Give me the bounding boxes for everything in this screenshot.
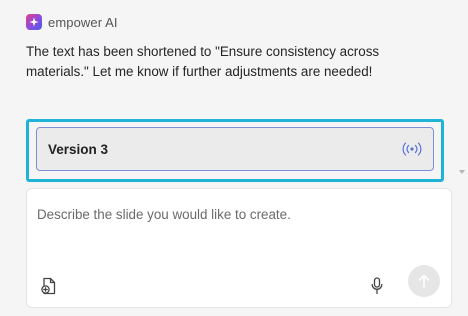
send-button[interactable] (408, 265, 440, 297)
add-file-icon[interactable] (40, 276, 58, 296)
assistant-panel: empower AI The text has been shortened t… (0, 0, 468, 316)
version-card[interactable]: Version 3 (36, 127, 434, 171)
assistant-name: empower AI (48, 14, 118, 30)
empower-logo-icon (26, 14, 42, 30)
send-arrow-icon (418, 274, 430, 288)
prompt-input-box[interactable]: Describe the slide you would like to cre… (26, 188, 452, 308)
prompt-input-placeholder[interactable]: Describe the slide you would like to cre… (37, 207, 291, 222)
broadcast-icon (401, 142, 423, 156)
assistant-message: The text has been shortened to "Ensure c… (26, 44, 380, 79)
scroll-down-indicator-icon[interactable] (459, 170, 465, 174)
version-label: Version 3 (48, 141, 109, 157)
assistant-header: empower AI (26, 12, 118, 32)
microphone-icon[interactable] (369, 276, 385, 296)
